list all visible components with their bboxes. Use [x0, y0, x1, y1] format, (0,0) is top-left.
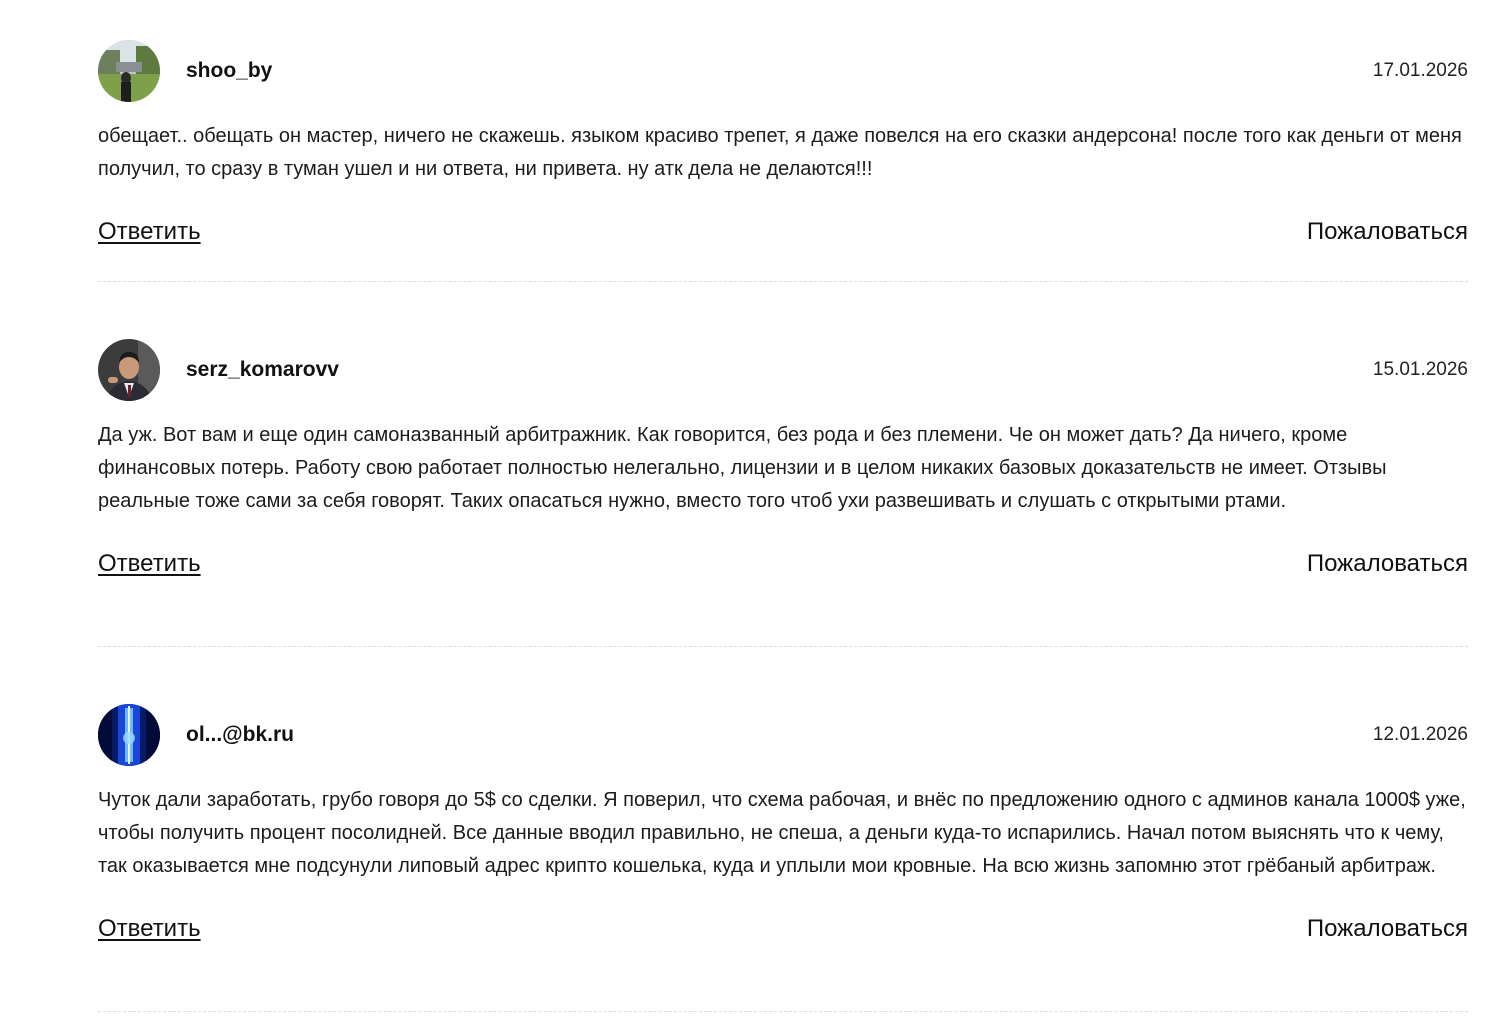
comment-item: ol...@bk.ru 12.01.2026 Чуток дали зарабо… [98, 704, 1468, 1012]
comment-date: 17.01.2026 [1372, 60, 1468, 81]
comment-actions: Ответить Пожаловаться [98, 914, 1468, 954]
comment-username: shoo_by [186, 59, 273, 82]
avatar-park-photo-icon [98, 40, 160, 102]
avatar[interactable] [98, 339, 160, 401]
comment-actions: Ответить Пожаловаться [98, 217, 1468, 257]
avatar[interactable] [98, 40, 160, 102]
comment-actions: Ответить Пожаловаться [98, 549, 1468, 589]
complain-link[interactable]: Пожаловаться [1307, 549, 1468, 579]
comment-header: serz_komarovv 15.01.2026 [98, 339, 1468, 401]
avatar-man-in-suit-icon [98, 339, 160, 401]
comment-item: serz_komarovv 15.01.2026 Да уж. Вот вам … [98, 339, 1468, 647]
avatar[interactable] [98, 704, 160, 766]
comment-text: Чуток дали заработать, грубо говоря до 5… [98, 789, 1466, 877]
reply-link[interactable]: Ответить [98, 914, 201, 944]
comment-header: ol...@bk.ru 12.01.2026 [98, 704, 1468, 766]
comment-item: shoo_by 17.01.2026 обещает.. обещать он … [98, 40, 1468, 282]
comment-username: ol...@bk.ru [186, 723, 294, 746]
comment-username: serz_komarovv [186, 358, 339, 381]
comment-date: 15.01.2026 [1372, 359, 1468, 380]
comment-header: shoo_by 17.01.2026 [98, 40, 1468, 102]
comment-date: 12.01.2026 [1372, 724, 1468, 745]
comment-text: Да уж. Вот вам и еще один самоназванный … [98, 424, 1387, 512]
comments-list: shoo_by 17.01.2026 обещает.. обещать он … [98, 0, 1468, 1012]
reply-link[interactable]: Ответить [98, 549, 201, 579]
reply-link[interactable]: Ответить [98, 217, 201, 247]
comment-text: обещает.. обещать он мастер, ничего не с… [98, 125, 1462, 180]
complain-link[interactable]: Пожаловаться [1307, 217, 1468, 247]
avatar-blue-abstract-icon [98, 704, 160, 766]
complain-link[interactable]: Пожаловаться [1307, 914, 1468, 944]
